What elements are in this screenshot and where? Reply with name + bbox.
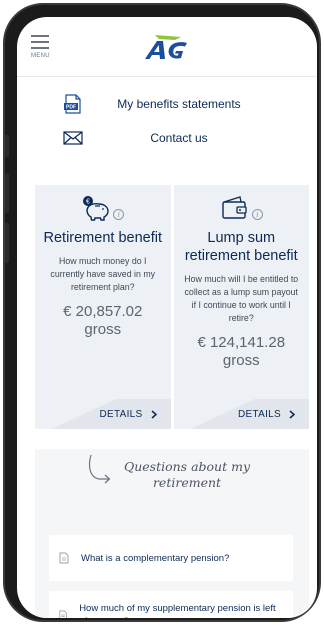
- pdf-icon: PDF: [61, 94, 85, 114]
- hamburger-icon-bar: [31, 41, 49, 43]
- retirement-details-button[interactable]: DETAILS: [99, 409, 157, 420]
- piggy-bank-icon: €: [83, 196, 109, 221]
- card-question: How much will I be entitled to collect a…: [184, 274, 299, 323]
- ag-logo[interactable]: [135, 31, 199, 63]
- question-item[interactable]: How much of my supplementary pension is …: [49, 591, 293, 618]
- mute-switch: [5, 135, 9, 157]
- card-title: Retirement benefit: [43, 230, 162, 246]
- card-gross-label: gross: [222, 352, 260, 369]
- lump-sum-benefit-card: i Lump sum retirement benefit How much w…: [173, 185, 310, 429]
- questions-section: Questions about my retirement What is a …: [35, 449, 309, 618]
- info-icon[interactable]: i: [251, 208, 263, 220]
- hamburger-icon: [31, 35, 49, 37]
- svg-text:PDF: PDF: [66, 105, 76, 111]
- benefits-statements-label: My benefits statements: [117, 97, 241, 111]
- info-icon[interactable]: i: [113, 208, 125, 220]
- screen: MENU PDF My benefits statements Contact …: [17, 17, 317, 618]
- retirement-benefit-card: € i Retirement benefit How much money do…: [35, 185, 171, 429]
- volume-down-button: [5, 223, 9, 263]
- question-text: How much of my supplementary pension is …: [79, 603, 276, 618]
- card-icon-row: € i: [35, 191, 171, 225]
- chevron-right-icon: [151, 410, 157, 419]
- envelope-icon: [61, 128, 85, 148]
- questions-header: Questions about my retirement: [35, 449, 309, 515]
- benefits-statements-link[interactable]: PDF My benefits statements: [17, 87, 317, 121]
- card-icon-row: i: [174, 191, 310, 225]
- lump-sum-details-button[interactable]: DETAILS: [238, 409, 295, 420]
- card-amount: € 20,857.02: [63, 303, 143, 320]
- volume-up-button: [5, 173, 9, 213]
- document-icon: [59, 552, 69, 564]
- details-label: DETAILS: [237, 409, 281, 420]
- contact-us-label: Contact us: [150, 131, 208, 145]
- phone-frame: MENU PDF My benefits statements Contact …: [3, 3, 321, 622]
- question-text: What is a complementary pension?: [81, 552, 230, 564]
- menu-button[interactable]: MENU: [31, 35, 57, 65]
- document-icon: [59, 610, 67, 618]
- question-item[interactable]: What is a complementary pension?: [49, 535, 293, 581]
- card-footer: DETAILS: [35, 399, 171, 429]
- questions-title: Questions about my retirement: [123, 459, 251, 490]
- wallet-icon: [222, 196, 247, 219]
- details-label: DETAILS: [99, 409, 143, 420]
- benefit-cards: € i Retirement benefit How much money do…: [35, 185, 309, 429]
- card-amount: € 124,141.28: [197, 334, 286, 351]
- menu-label: MENU: [31, 53, 50, 59]
- chevron-right-icon: [289, 410, 295, 419]
- card-title: Lump sum retirement benefit: [184, 230, 298, 264]
- card-gross-label: gross: [84, 321, 122, 338]
- svg-text:€: €: [86, 199, 90, 206]
- header: MENU: [17, 17, 317, 77]
- hamburger-icon-bar: [31, 47, 49, 49]
- quick-links: PDF My benefits statements Contact us: [17, 77, 317, 187]
- contact-us-link[interactable]: Contact us: [17, 121, 317, 155]
- card-question: How much money do I currently have saved…: [50, 256, 156, 292]
- card-footer: DETAILS: [173, 399, 309, 429]
